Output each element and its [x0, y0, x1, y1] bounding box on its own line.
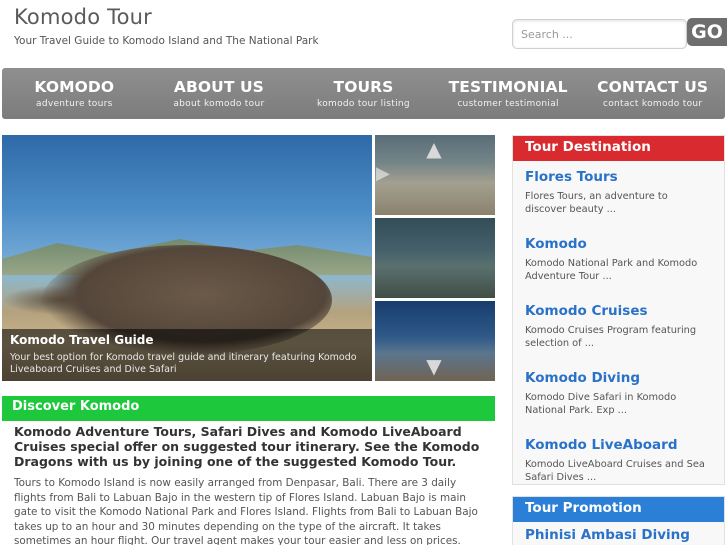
- list-item: Komodo Cruises Komodo Cruises Program fe…: [513, 303, 724, 350]
- nav-item-contact-us[interactable]: CONTACT US contact komodo tour: [580, 68, 725, 119]
- slide-caption-text: Your best option for Komodo travel guide…: [10, 352, 357, 375]
- main-navigation: KOMODO adventure tours ABOUT US about ko…: [2, 68, 725, 119]
- list-item: Komodo Diving Komodo Dive Safari in Komo…: [513, 370, 724, 417]
- slide-caption-title[interactable]: Komodo Travel Guide: [10, 333, 364, 347]
- list-item: Flores Tours Flores Tours, an adventure …: [513, 169, 724, 216]
- nav-label: TESTIMONIAL: [448, 78, 568, 96]
- destination-link-komodo-cruises[interactable]: Komodo Cruises: [525, 303, 712, 319]
- destination-link-flores-tours[interactable]: Flores Tours: [525, 169, 712, 185]
- search-go-button[interactable]: GO: [687, 18, 727, 46]
- slider-thumbnail[interactable]: [375, 218, 495, 298]
- list-item: Komodo Komodo National Park and Komodo A…: [513, 236, 724, 283]
- discover-section-header: Discover Komodo: [2, 396, 495, 421]
- image-slider: Komodo Travel Guide Your best option for…: [2, 135, 495, 381]
- site-title[interactable]: Komodo Tour: [14, 5, 152, 29]
- destination-desc: Komodo LiveAboard Cruises and Sea Safari…: [525, 459, 705, 483]
- destination-desc: Komodo Dive Safari in Komodo National Pa…: [525, 392, 677, 416]
- destination-link-komodo-liveaboard[interactable]: Komodo LiveAboard: [525, 437, 712, 453]
- arrow-up-icon[interactable]: ▲: [420, 138, 448, 160]
- discover-heading: Komodo Adventure Tours, Safari Dives and…: [14, 424, 480, 469]
- slide-caption: Komodo Travel Guide Your best option for…: [2, 329, 372, 381]
- nav-sublabel: customer testimonial: [457, 99, 559, 109]
- arrow-down-icon[interactable]: ▼: [420, 355, 448, 377]
- promotion-link[interactable]: Phinisi Ambasi Diving Cruise: [513, 522, 724, 545]
- tour-destination-header: Tour Destination: [513, 136, 724, 161]
- tour-promotion-header: Tour Promotion: [513, 497, 724, 522]
- destination-desc: Komodo National Park and Komodo Adventur…: [525, 258, 698, 282]
- site-tagline: Your Travel Guide to Komodo Island and T…: [14, 35, 319, 47]
- nav-item-komodo[interactable]: KOMODO adventure tours: [2, 68, 147, 119]
- nav-sublabel: about komodo tour: [173, 99, 265, 109]
- destination-link-komodo-diving[interactable]: Komodo Diving: [525, 370, 712, 386]
- destination-desc: Komodo Cruises Program featuring selecti…: [525, 325, 697, 349]
- discover-body-text: Tours to Komodo Island is now easily arr…: [14, 477, 478, 545]
- tour-destination-box: Tour Destination Flores Tours Flores Tou…: [512, 135, 725, 485]
- active-thumb-indicator-icon: ▶: [376, 163, 390, 184]
- destination-link-komodo[interactable]: Komodo: [525, 236, 712, 252]
- nav-sublabel: adventure tours: [36, 99, 113, 109]
- nav-label: ABOUT US: [173, 78, 264, 96]
- nav-label: KOMODO: [34, 78, 115, 96]
- nav-item-testimonial[interactable]: TESTIMONIAL customer testimonial: [436, 68, 581, 119]
- nav-sublabel: komodo tour listing: [317, 99, 410, 109]
- nav-item-about-us[interactable]: ABOUT US about komodo tour: [147, 68, 292, 119]
- list-item: Komodo LiveAboard Komodo LiveAboard Crui…: [513, 437, 724, 484]
- main-slide-image[interactable]: Komodo Travel Guide Your best option for…: [2, 135, 372, 381]
- nav-sublabel: contact komodo tour: [602, 99, 703, 109]
- nav-item-tours[interactable]: TOURS komodo tour listing: [291, 68, 436, 119]
- nav-label: CONTACT US: [597, 78, 709, 96]
- destination-desc: Flores Tours, an adventure to discover b…: [525, 191, 668, 215]
- search-input[interactable]: [512, 19, 687, 49]
- nav-label: TOURS: [333, 78, 394, 96]
- tour-promotion-box: Tour Promotion Phinisi Ambasi Diving Cru…: [512, 496, 725, 545]
